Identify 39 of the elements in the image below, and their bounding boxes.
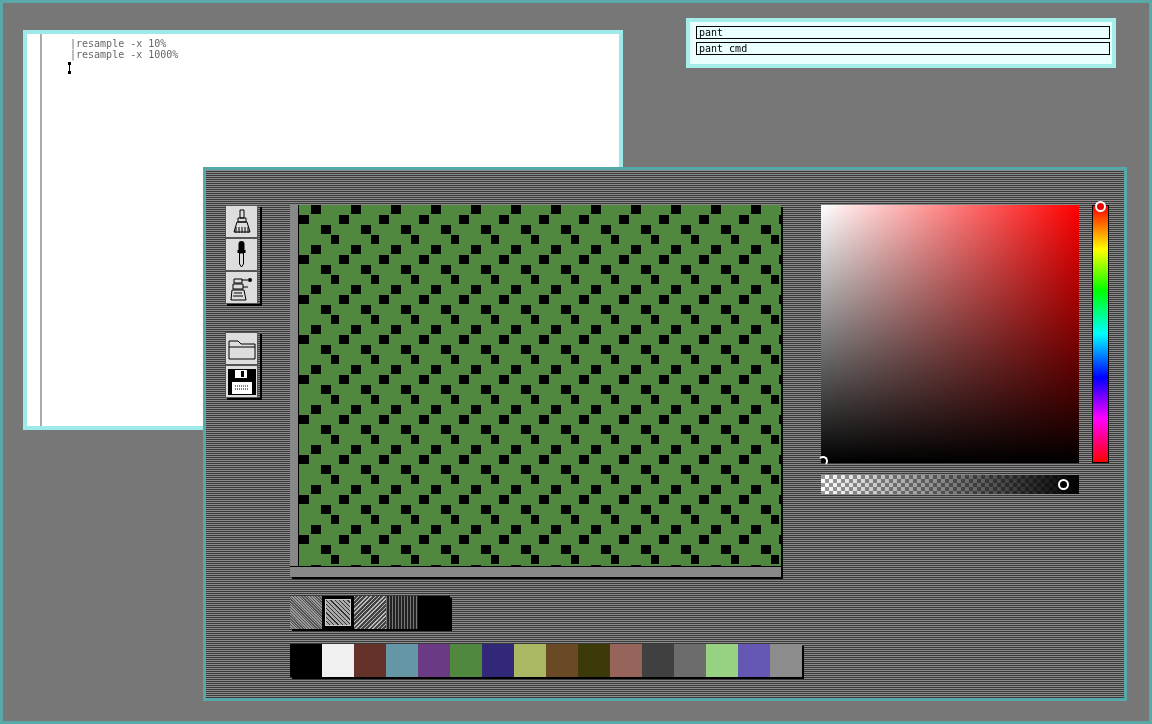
label-field[interactable]: pant	[696, 26, 1110, 39]
label-field[interactable]: pant cmd	[696, 42, 1110, 55]
color-swatch[interactable]	[738, 644, 770, 677]
pattern-swatch[interactable]	[322, 596, 354, 629]
vertical-scrollbar[interactable]	[290, 205, 299, 566]
color-swatch[interactable]	[386, 644, 418, 677]
pattern-swatch[interactable]	[386, 596, 418, 629]
pattern-swatch[interactable]	[290, 596, 322, 629]
color-swatch[interactable]	[450, 644, 482, 677]
horizontal-scrollbar[interactable]	[290, 566, 781, 577]
color-swatch[interactable]	[770, 644, 802, 677]
floppy-tool-button[interactable]	[225, 365, 258, 398]
hue-slider-thumb[interactable]	[1095, 201, 1106, 212]
color-swatch[interactable]	[578, 644, 610, 677]
saturation-value-square[interactable]	[821, 205, 1079, 463]
dropper-tool-button[interactable]	[225, 238, 258, 271]
pattern-canvas[interactable]	[299, 205, 781, 566]
color-swatch[interactable]	[706, 644, 738, 677]
folder-tool-button[interactable]	[225, 332, 258, 365]
brush-tool-button[interactable]	[225, 205, 258, 238]
command-line: |resample -x 1000%	[70, 49, 179, 60]
color-swatch[interactable]	[482, 644, 514, 677]
pattern-swatch[interactable]	[354, 596, 386, 629]
command-line: |resample -x 10%	[70, 38, 167, 49]
robot-tool-button[interactable]	[225, 271, 258, 304]
color-swatch[interactable]	[322, 644, 354, 677]
alpha-slider-thumb[interactable]	[1058, 479, 1070, 490]
color-swatch[interactable]	[546, 644, 578, 677]
dropper-icon	[237, 241, 246, 268]
color-swatch[interactable]	[290, 644, 322, 677]
pattern-swatch[interactable]	[418, 596, 450, 629]
color-swatch[interactable]	[642, 644, 674, 677]
text-cursor-icon	[68, 62, 72, 74]
color-swatch[interactable]	[610, 644, 642, 677]
color-swatch[interactable]	[514, 644, 546, 677]
color-swatch[interactable]	[674, 644, 706, 677]
color-swatch[interactable]	[418, 644, 450, 677]
color-swatch[interactable]	[354, 644, 386, 677]
picker-marker-icon	[818, 456, 828, 466]
